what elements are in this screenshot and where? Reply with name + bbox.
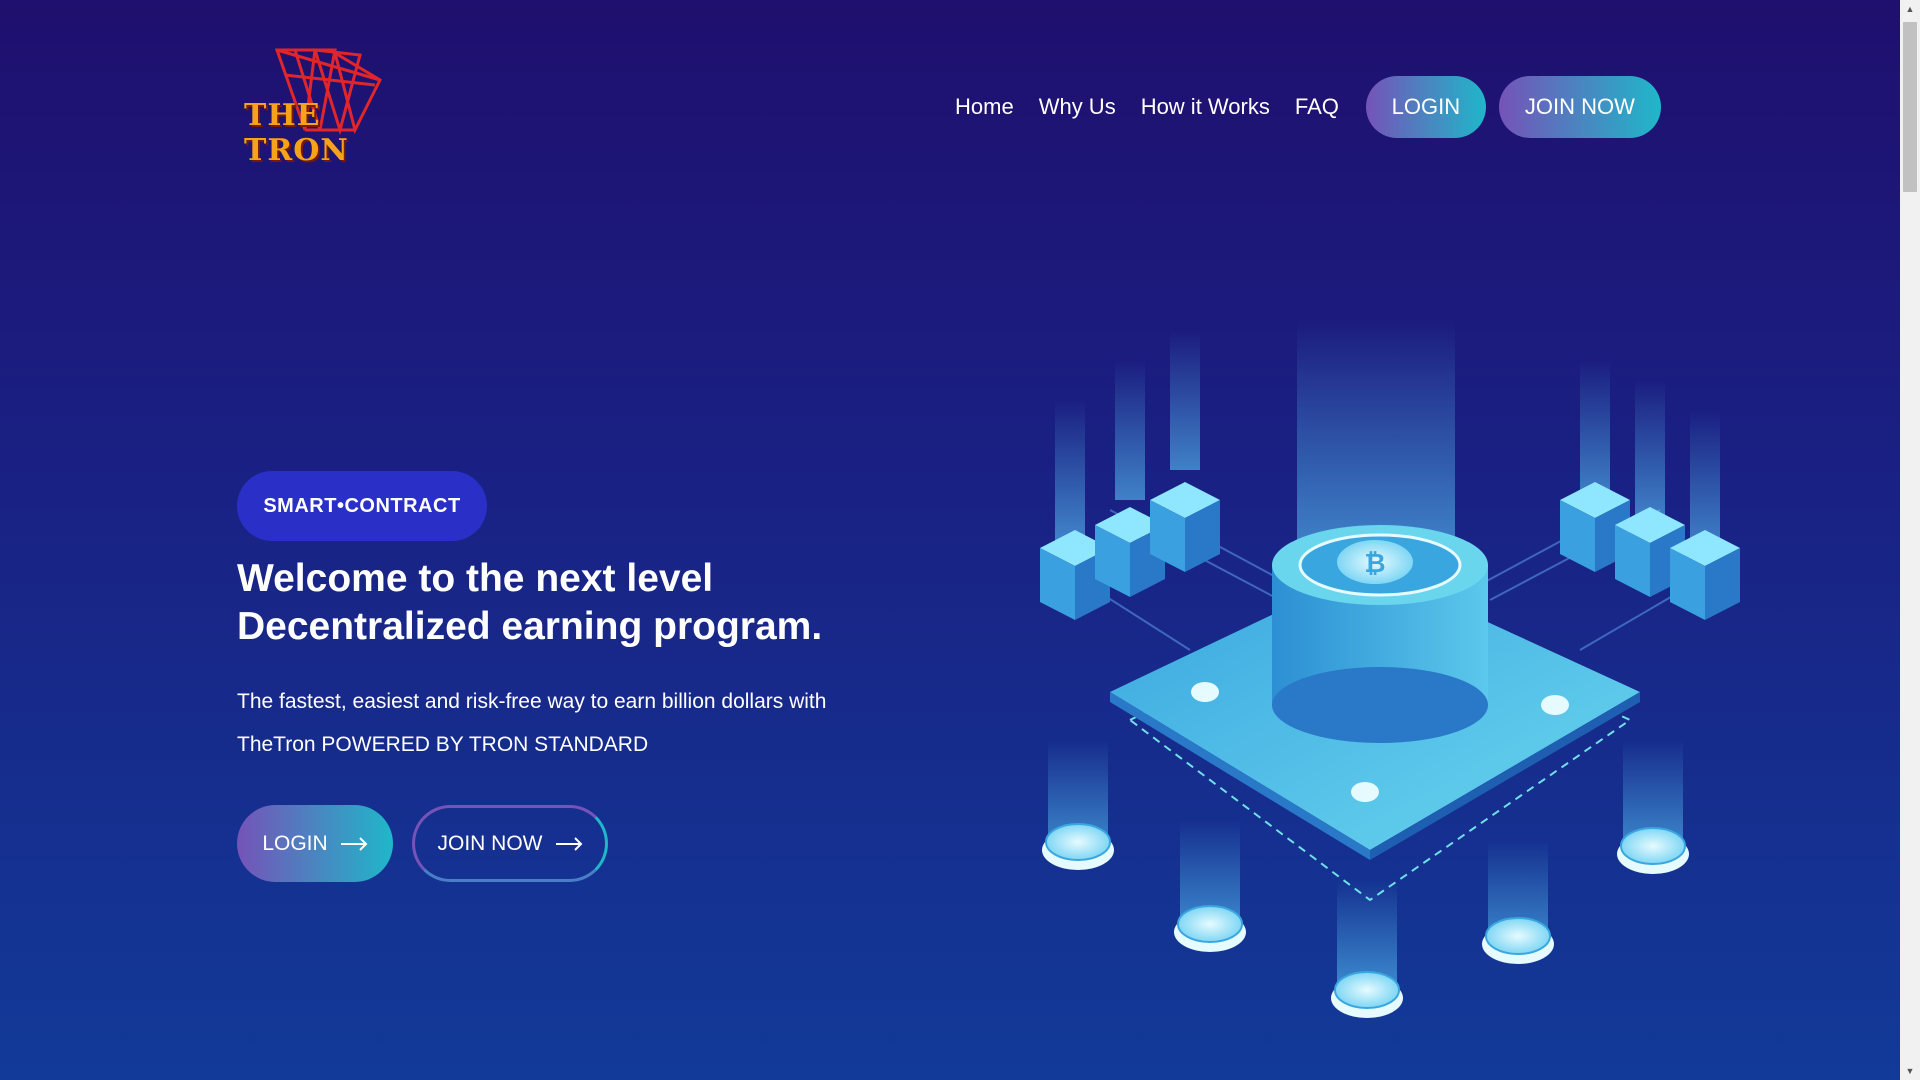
headline-line-1: Welcome to the next level <box>237 557 714 600</box>
arrow-right-icon <box>555 836 582 851</box>
smart-contract-badge: SMART•CONTRACT <box>237 471 487 541</box>
subtext-line-2: TheTron POWERED BY TRON STANDARD <box>237 733 649 756</box>
nav-link-home[interactable]: Home <box>955 94 1014 120</box>
hero-login-button[interactable]: LOGIN <box>237 805 393 882</box>
left-cubes <box>1040 330 1220 620</box>
hero-login-label: LOGIN <box>262 831 328 855</box>
logo-text: THE TRON <box>244 98 349 168</box>
nav-join-button[interactable]: JOIN NOW <box>1498 76 1661 138</box>
nav-link-why-us[interactable]: Why Us <box>1039 94 1116 120</box>
site-logo[interactable]: THE TRON <box>240 45 430 170</box>
blockchain-illustration: ₿ <box>1040 320 1740 1018</box>
hero-subtext: The fastest, easiest and risk-free way t… <box>237 680 897 766</box>
arrow-right-icon <box>340 836 368 851</box>
nav-link-how-it-works[interactable]: How it Works <box>1141 94 1270 120</box>
scroll-up-icon[interactable]: ▲ <box>1900 0 1920 18</box>
scroll-down-icon[interactable]: ▼ <box>1900 1062 1920 1080</box>
headline-line-2: Decentralized earning program. <box>237 605 823 648</box>
main-nav: Home Why Us How it Works FAQ LOGIN JOIN … <box>955 76 1661 138</box>
hero-headline: Welcome to the next level Decentralized … <box>237 555 877 651</box>
hero-join-label: JOIN NOW <box>437 831 543 855</box>
page-scrollbar[interactable]: ▲ ▼ <box>1900 0 1920 1080</box>
landing-page: THE TRON Home Why Us How it Works FAQ LO… <box>0 0 1900 1080</box>
subtext-line-1: The fastest, easiest and risk-free way t… <box>237 690 827 713</box>
nav-link-faq[interactable]: FAQ <box>1295 94 1339 120</box>
hero-join-button[interactable]: JOIN NOW <box>412 805 608 882</box>
scroll-thumb[interactable] <box>1903 22 1917 192</box>
nav-login-button[interactable]: LOGIN <box>1365 76 1486 138</box>
svg-text:₿: ₿ <box>1364 549 1385 579</box>
right-cubes <box>1560 360 1740 620</box>
